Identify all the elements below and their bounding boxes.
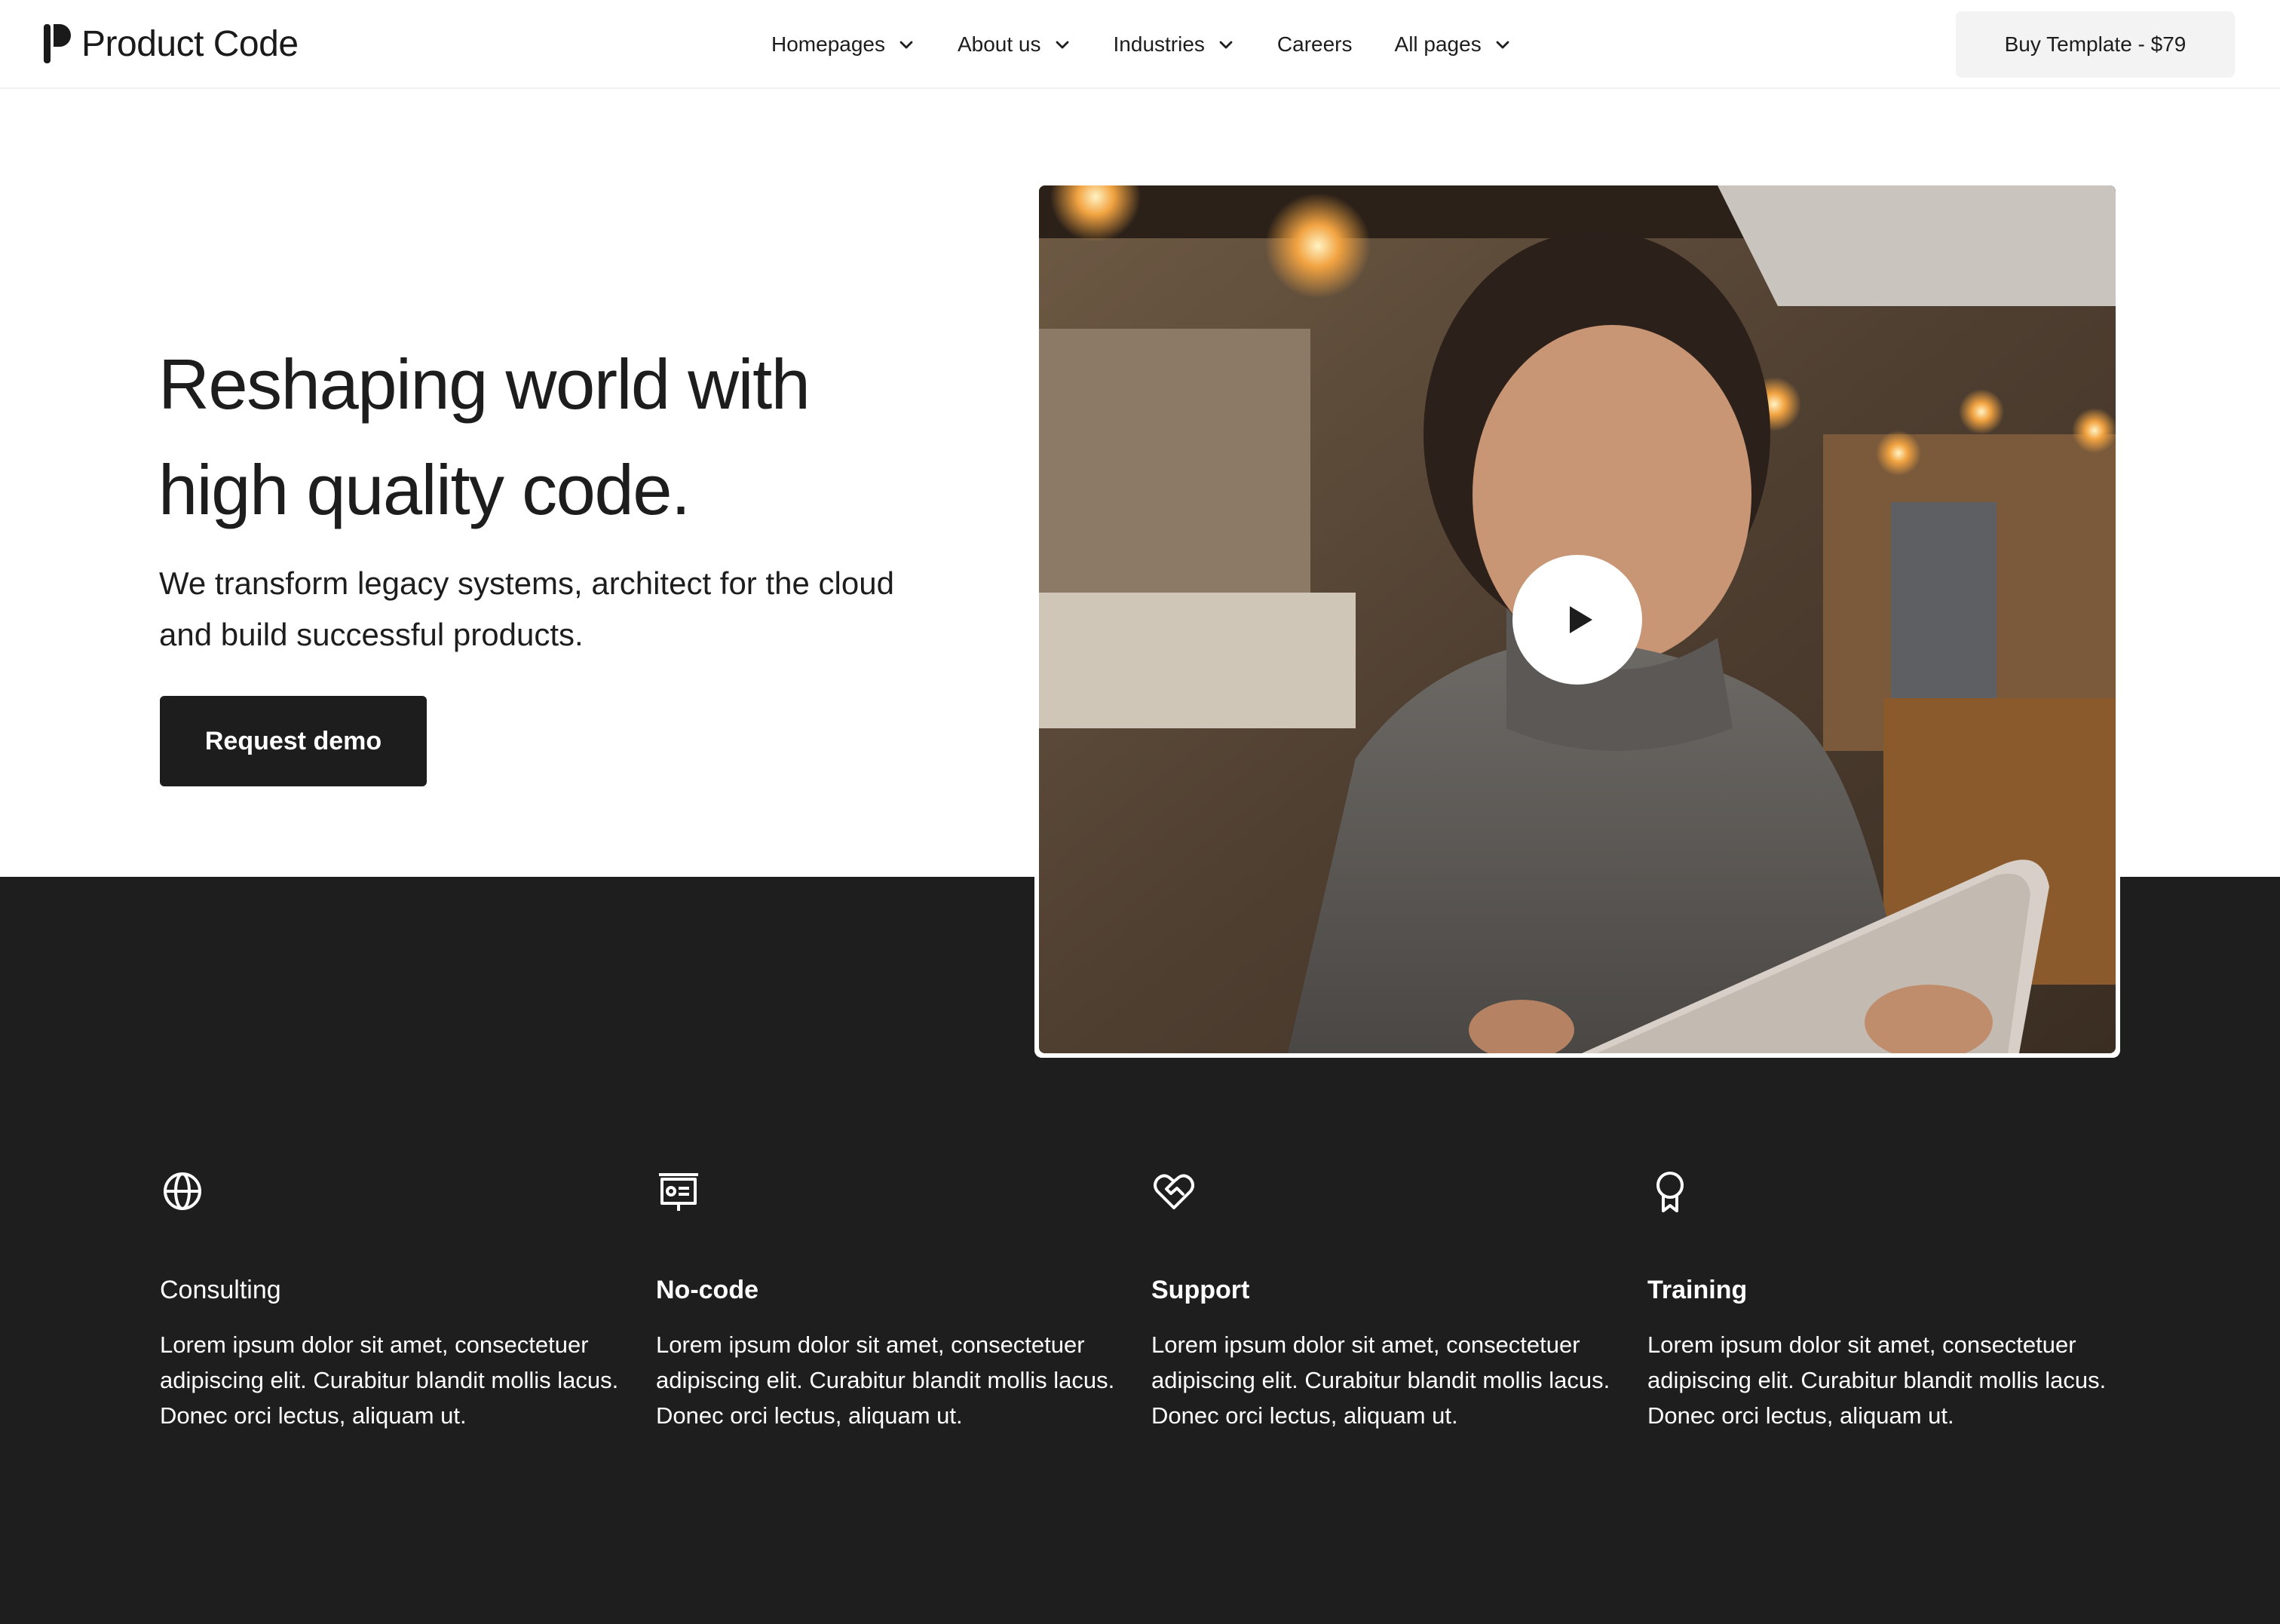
feature-consulting: Consulting Lorem ipsum dolor sit amet, c… (160, 1169, 627, 1429)
request-demo-button[interactable]: Request demo (160, 696, 427, 786)
chevron-down-icon (1056, 41, 1068, 49)
nav-item-about-us[interactable]: About us (958, 32, 1071, 57)
nav-label: About us (957, 32, 1041, 56)
feature-description: Lorem ipsum dolor sit amet, consectetuer… (1647, 1331, 2107, 1429)
brand-logo[interactable]: Product Code (44, 23, 299, 65)
nav-item-homepages[interactable]: Homepages (771, 32, 915, 57)
globe-icon (164, 1172, 201, 1210)
hero-subtitle: We transform legacy systems, architect f… (159, 565, 894, 652)
nav-label: Homepages (771, 32, 885, 56)
presentation-icon (659, 1173, 698, 1211)
site-header: Product Code Homepages About us Industri… (0, 0, 2280, 89)
hero-title-line-2: high quality code. (158, 450, 691, 529)
play-icon (1570, 606, 1592, 633)
feature-title: Training (1647, 1276, 1748, 1304)
nav-label: Careers (1276, 32, 1353, 56)
nav-item-all-pages[interactable]: All pages (1395, 32, 1512, 57)
heart-handshake-icon (1154, 1174, 1194, 1209)
brand-name: Product Code (81, 23, 299, 64)
award-icon (1656, 1172, 1684, 1212)
feature-description: Lorem ipsum dolor sit amet, consectetuer… (1151, 1331, 1610, 1429)
chevron-down-icon (1219, 41, 1233, 49)
play-video-button[interactable] (1512, 555, 1642, 685)
feature-description: Lorem ipsum dolor sit amet, consectetuer… (160, 1331, 619, 1429)
nav-item-careers[interactable]: Careers (1277, 32, 1353, 57)
buy-template-button[interactable]: Buy Template - $79 (1956, 11, 2235, 78)
hero-title-line-1: Reshaping world with (158, 345, 811, 424)
feature-training: Training Lorem ipsum dolor sit amet, con… (1647, 1169, 2115, 1429)
feature-support: Support Lorem ipsum dolor sit amet, cons… (1151, 1169, 1619, 1429)
feature-title: Consulting (160, 1276, 281, 1304)
feature-description: Lorem ipsum dolor sit amet, consectetuer… (656, 1331, 1115, 1429)
chevron-down-icon (1496, 41, 1509, 49)
chevron-down-icon (899, 41, 913, 49)
nav-label: Industries (1113, 32, 1205, 56)
feature-title: No-code (656, 1276, 758, 1304)
nav-item-industries[interactable]: Industries (1114, 32, 1235, 57)
feature-no-code: No-code Lorem ipsum dolor sit amet, cons… (656, 1169, 1123, 1429)
hero-title: Reshaping world with high quality code. (158, 332, 988, 543)
main-nav: Homepages About us Industries Careers Al… (771, 0, 1512, 89)
logo-icon (44, 24, 71, 63)
nav-label: All pages (1394, 32, 1482, 56)
feature-title: Support (1151, 1276, 1250, 1304)
